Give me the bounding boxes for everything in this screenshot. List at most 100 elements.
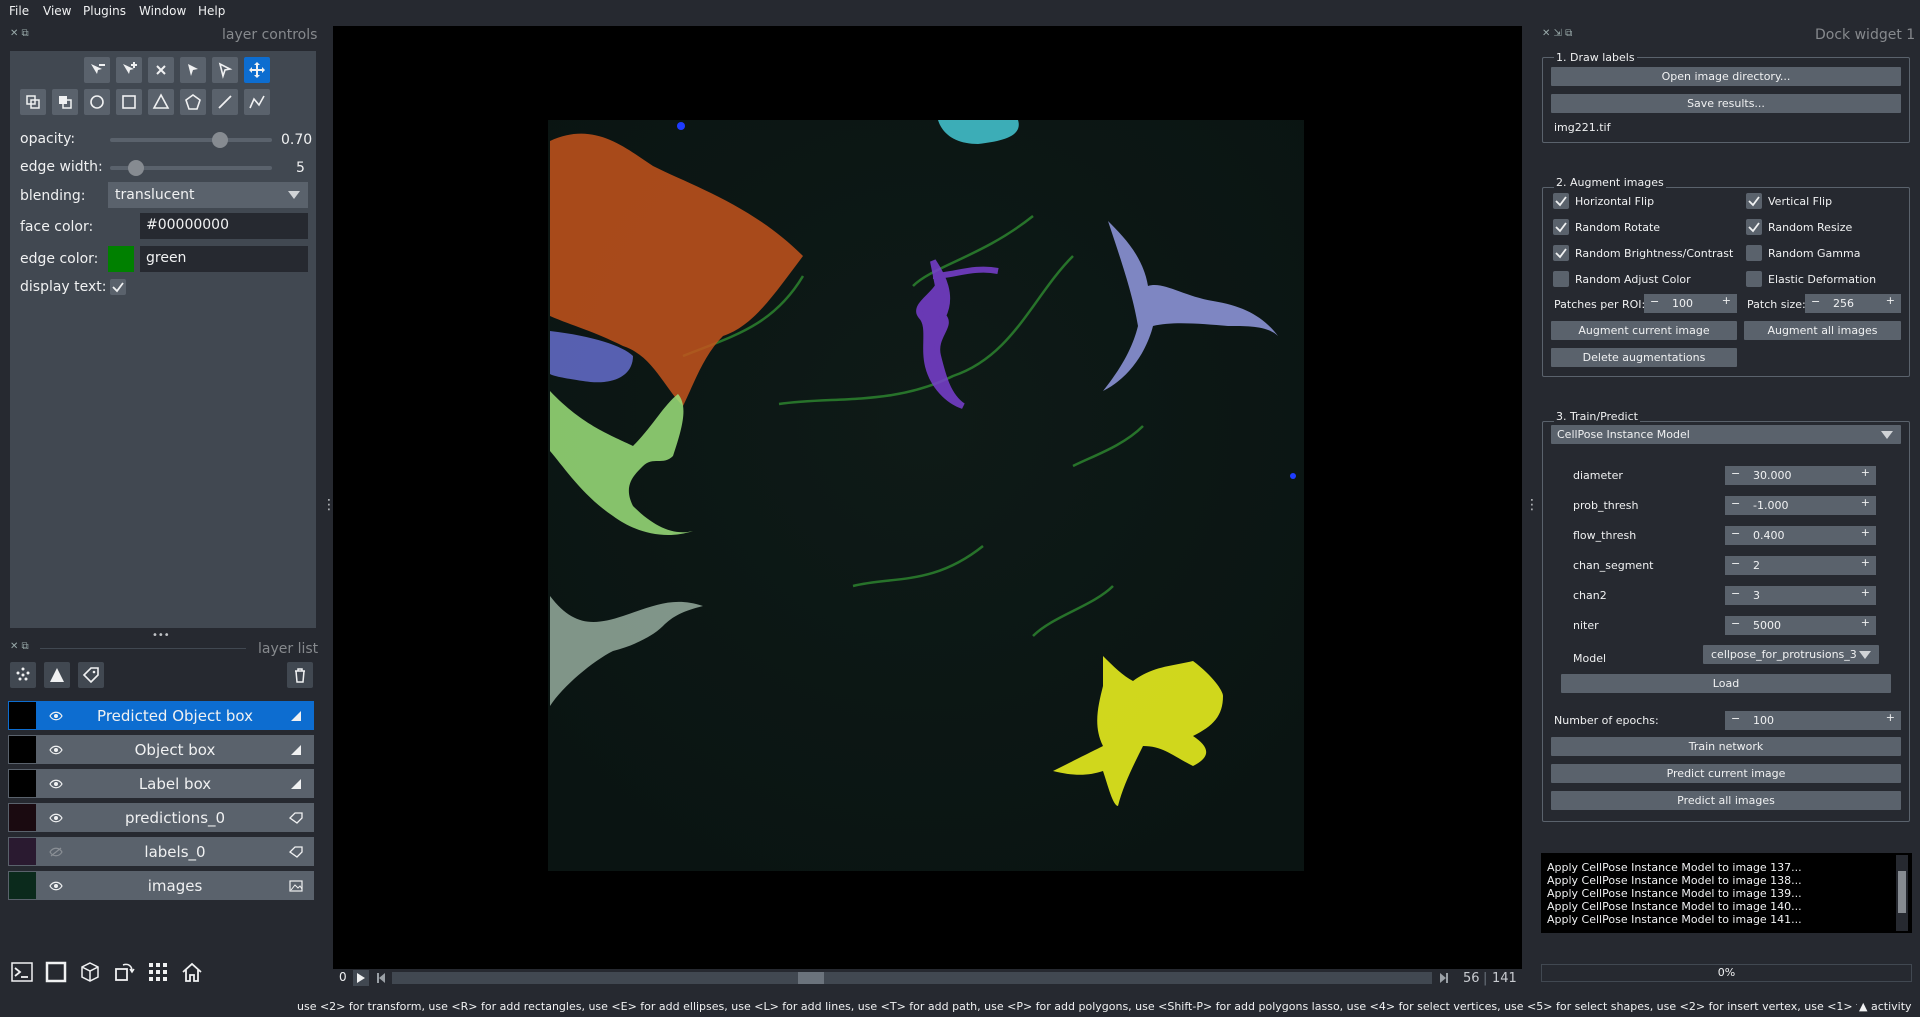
delete-layer-icon[interactable] bbox=[287, 662, 313, 688]
face-color-field[interactable]: #00000000 bbox=[140, 213, 308, 239]
add-ellipse-icon[interactable] bbox=[84, 89, 110, 115]
load-model-button[interactable]: Load bbox=[1561, 674, 1891, 693]
model-type-select[interactable]: CellPose Instance Model bbox=[1551, 425, 1901, 444]
patches-spinbox[interactable]: −100 + bbox=[1644, 294, 1737, 313]
activity-button[interactable]: ▲ activity bbox=[1859, 1000, 1912, 1013]
checkbox[interactable] bbox=[1746, 245, 1762, 261]
plus-icon[interactable]: + bbox=[1861, 616, 1870, 629]
ndisplay-square-icon[interactable] bbox=[42, 958, 70, 986]
menu-help[interactable]: Help bbox=[198, 4, 225, 18]
augment-current-button[interactable]: Augment current image bbox=[1551, 321, 1737, 340]
new-labels-layer-icon[interactable] bbox=[78, 662, 104, 688]
layer-name[interactable]: labels_0 bbox=[64, 843, 286, 861]
log-scrollbar[interactable] bbox=[1896, 855, 1908, 931]
checkbox[interactable] bbox=[1553, 193, 1569, 209]
augment-checkbox[interactable]: Random Gamma bbox=[1746, 245, 1920, 263]
layer-row[interactable]: Object box bbox=[8, 735, 314, 764]
param-spinbox[interactable]: −5000 + bbox=[1725, 616, 1876, 635]
delete-augmentations-button[interactable]: Delete augmentations bbox=[1551, 348, 1737, 367]
edge-color-field[interactable]: green bbox=[140, 246, 308, 272]
move-front-icon[interactable] bbox=[20, 89, 46, 115]
param-spinbox[interactable]: −3 + bbox=[1725, 586, 1876, 605]
cube-3d-icon[interactable] bbox=[76, 958, 104, 986]
delete-shape-icon[interactable] bbox=[148, 57, 174, 83]
plus-icon[interactable]: + bbox=[1886, 711, 1895, 724]
grid-view-icon[interactable] bbox=[144, 958, 172, 986]
augment-checkbox[interactable]: Random Resize bbox=[1746, 219, 1920, 237]
select-vertex-icon[interactable] bbox=[212, 57, 238, 83]
layer-name[interactable]: Label box bbox=[64, 775, 286, 793]
new-shapes-layer-icon[interactable] bbox=[44, 662, 70, 688]
save-results-button[interactable]: Save results... bbox=[1551, 94, 1901, 113]
step-back-icon[interactable] bbox=[373, 970, 389, 986]
minus-icon[interactable]: − bbox=[1650, 295, 1659, 308]
eye-icon[interactable] bbox=[48, 745, 64, 755]
augment-checkbox[interactable]: Vertical Flip bbox=[1746, 193, 1920, 211]
console-icon[interactable] bbox=[8, 958, 36, 986]
add-triangle-icon[interactable] bbox=[148, 89, 174, 115]
minus-icon[interactable]: − bbox=[1731, 527, 1740, 540]
augment-checkbox[interactable]: Random Brightness/Contrast bbox=[1553, 245, 1733, 263]
open-directory-button[interactable]: Open image directory... bbox=[1551, 67, 1901, 86]
layer-name[interactable]: images bbox=[64, 877, 286, 895]
augment-checkbox[interactable]: Random Rotate bbox=[1553, 219, 1733, 237]
augment-checkbox[interactable]: Random Adjust Color bbox=[1553, 271, 1733, 289]
blending-select[interactable]: translucent bbox=[108, 182, 308, 208]
epochs-spinbox[interactable]: −100 + bbox=[1725, 711, 1901, 730]
layer-row[interactable]: Label box bbox=[8, 769, 314, 798]
minus-icon[interactable]: − bbox=[1731, 587, 1740, 600]
minus-icon[interactable]: − bbox=[1811, 295, 1820, 308]
plus-icon[interactable]: + bbox=[1861, 526, 1870, 539]
minus-icon[interactable]: − bbox=[1731, 557, 1740, 570]
dims-slider-handle[interactable] bbox=[797, 972, 824, 984]
menu-plugins[interactable]: Plugins bbox=[83, 4, 126, 18]
add-path-icon[interactable] bbox=[244, 89, 270, 115]
edge-color-swatch[interactable] bbox=[108, 246, 134, 272]
patch-size-spinbox[interactable]: −256 + bbox=[1805, 294, 1901, 313]
param-spinbox[interactable]: − -1.000 + bbox=[1725, 496, 1876, 515]
augment-all-button[interactable]: Augment all images bbox=[1744, 321, 1901, 340]
model-select[interactable]: cellpose_for_protrusions_3 bbox=[1703, 645, 1879, 664]
add-rectangle-icon[interactable] bbox=[116, 89, 142, 115]
right-splitter-handle[interactable]: ⋮ bbox=[1525, 497, 1539, 513]
checkbox[interactable] bbox=[1553, 271, 1569, 287]
eye-off-icon[interactable] bbox=[48, 847, 64, 857]
checkbox[interactable] bbox=[1746, 193, 1762, 209]
eye-icon[interactable] bbox=[48, 779, 64, 789]
step-forward-icon[interactable] bbox=[1436, 970, 1452, 986]
layer-name[interactable]: Object box bbox=[64, 741, 286, 759]
plus-icon[interactable]: + bbox=[1886, 294, 1895, 307]
menu-view[interactable]: View bbox=[43, 4, 71, 18]
menu-file[interactable]: File bbox=[9, 4, 29, 18]
menu-window[interactable]: Window bbox=[139, 4, 186, 18]
layer-row[interactable]: predictions_0 bbox=[8, 803, 314, 832]
checkbox[interactable] bbox=[1746, 271, 1762, 287]
move-back-icon[interactable] bbox=[52, 89, 78, 115]
roll-dims-icon[interactable] bbox=[110, 958, 138, 986]
plus-icon[interactable]: + bbox=[1861, 586, 1870, 599]
augment-checkbox[interactable]: Elastic Deformation bbox=[1746, 271, 1920, 289]
add-vertex-icon[interactable] bbox=[116, 57, 142, 83]
eye-icon[interactable] bbox=[48, 813, 64, 823]
dock-close-float-icons[interactable]: ✕ ⧉ bbox=[10, 28, 29, 39]
augment-checkbox[interactable]: Horizontal Flip bbox=[1553, 193, 1733, 211]
layer-row[interactable]: labels_0 bbox=[8, 837, 314, 866]
checkbox[interactable] bbox=[1746, 219, 1762, 235]
param-spinbox[interactable]: −0.400 + bbox=[1725, 526, 1876, 545]
dock-widget-controls[interactable]: ✕ ⇲ ⧉ bbox=[1542, 28, 1572, 39]
layer-name[interactable]: predictions_0 bbox=[64, 809, 286, 827]
layer-list-dock-icons[interactable]: ✕ ⧉ bbox=[10, 641, 29, 652]
select-shape-icon[interactable] bbox=[180, 57, 206, 83]
dims-slider-track[interactable] bbox=[392, 972, 1432, 984]
checkbox[interactable] bbox=[1553, 219, 1569, 235]
add-line-icon[interactable] bbox=[212, 89, 238, 115]
predict-current-button[interactable]: Predict current image bbox=[1551, 764, 1901, 783]
play-icon[interactable] bbox=[353, 970, 369, 986]
layer-row[interactable]: images bbox=[8, 871, 314, 900]
left-splitter-handle[interactable]: ⋮ bbox=[322, 497, 336, 513]
param-spinbox[interactable]: −2 + bbox=[1725, 556, 1876, 575]
viewer-canvas[interactable] bbox=[333, 26, 1522, 969]
checkbox[interactable] bbox=[1553, 245, 1569, 261]
minus-icon[interactable]: − bbox=[1731, 497, 1740, 510]
train-network-button[interactable]: Train network bbox=[1551, 737, 1901, 756]
